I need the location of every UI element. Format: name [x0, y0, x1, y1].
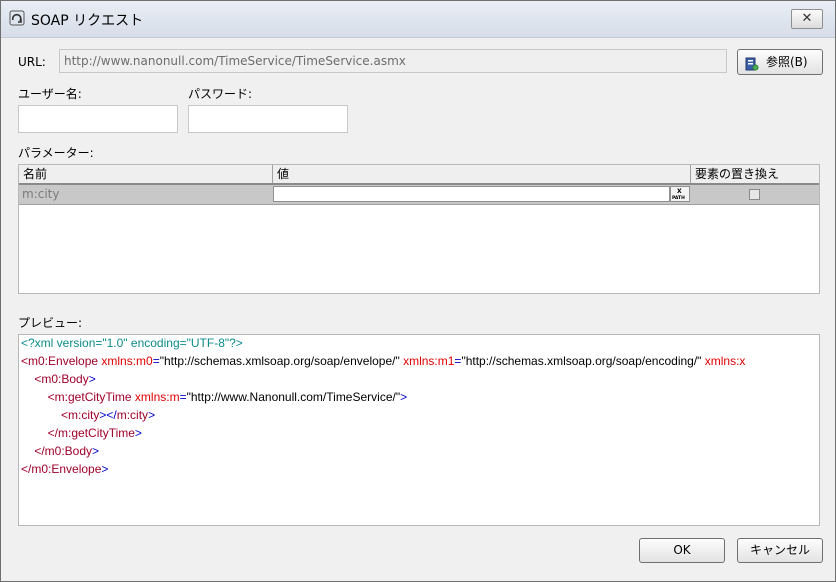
close-icon: ✕: [801, 11, 813, 26]
title-bar[interactable]: SOAP リクエスト ✕: [1, 1, 835, 38]
window-title: SOAP リクエスト: [31, 13, 144, 29]
parameter-value-input[interactable]: [273, 186, 670, 202]
ok-button[interactable]: OK: [639, 538, 725, 563]
xml-token: >: [400, 390, 408, 404]
xml-token: ></: [99, 408, 117, 422]
cancel-button[interactable]: キャンセル: [737, 538, 823, 563]
xml-line: <m0:Body>: [21, 372, 96, 386]
xml-token: xmlns:m0: [101, 354, 153, 368]
username-label: ユーザー名:: [18, 87, 82, 101]
parameters-grid-header: 名前 値 要素の置き換え: [19, 165, 819, 185]
column-header-value[interactable]: 値: [273, 165, 691, 183]
xml-preview[interactable]: <?xml version="1.0" encoding="UTF-8"?> <m…: [18, 334, 820, 526]
soap-refresh-icon: [9, 10, 25, 26]
xml-token: <?xml version="1.0" encoding="UTF-8"?>: [21, 336, 243, 350]
xml-token: xmlns:x: [704, 354, 746, 368]
xml-token: >: [92, 444, 100, 458]
xml-token: xmlns:m: [134, 390, 180, 404]
xml-token: =: [152, 354, 160, 368]
xml-token: >: [88, 372, 96, 386]
url-label: URL:: [18, 55, 46, 69]
xml-token: </m0:Envelope: [21, 462, 102, 476]
xpath-button[interactable]: X PATH: [670, 186, 690, 202]
parameters-label: パラメーター:: [18, 146, 94, 160]
xml-token: <m0:Envelope: [21, 354, 102, 368]
xml-token: </m0:Body: [21, 444, 93, 458]
xml-token: m:city: [116, 408, 149, 422]
xml-token: <m:getCityTime: [21, 390, 135, 404]
soap-request-dialog: SOAP リクエスト ✕ URL: http://www.nanonull.co…: [0, 0, 836, 582]
xml-token: "http://schemas.xmlsoap.org/soap/encodin…: [461, 354, 705, 368]
xml-token: </m:getCityTime: [21, 426, 135, 440]
xml-line: </m0:Envelope>: [21, 462, 108, 476]
xml-token: >: [101, 462, 109, 476]
preview-label: プレビュー:: [18, 316, 83, 330]
xml-token: <m:city: [21, 408, 100, 422]
xml-line: <m0:Envelope xmlns:m0="http://schemas.xm…: [21, 354, 745, 368]
xml-line: <m:getCityTime xmlns:m="http://www.Nanon…: [21, 390, 407, 404]
xml-token: >: [148, 408, 156, 422]
username-input[interactable]: [18, 105, 178, 133]
parameter-name-cell: m:city: [22, 187, 60, 201]
table-row[interactable]: m:city X PATH: [19, 185, 819, 205]
column-header-replace-element[interactable]: 要素の置き換え: [691, 165, 819, 183]
xml-token: xmlns:m1: [403, 354, 455, 368]
url-field[interactable]: http://www.nanonull.com/TimeService/Time…: [59, 49, 727, 73]
xml-token: <m0:Body: [21, 372, 89, 386]
xml-token: >: [134, 426, 142, 440]
xml-token: =: [179, 390, 187, 404]
xml-line: </m:getCityTime>: [21, 426, 142, 440]
browse-icon: [745, 55, 759, 71]
svg-text:PATH: PATH: [672, 195, 685, 200]
xml-token: "http://schemas.xmlsoap.org/soap/envelop…: [159, 354, 404, 368]
browse-button-label: 参照(B): [766, 55, 808, 69]
replace-element-checkbox[interactable]: [749, 189, 760, 200]
browse-button[interactable]: 参照(B): [737, 49, 823, 75]
column-header-name[interactable]: 名前: [19, 165, 273, 183]
close-button[interactable]: ✕: [791, 9, 823, 29]
svg-text:X: X: [677, 188, 682, 195]
xml-token: "http://www.Nanonull.com/TimeService/": [186, 390, 401, 404]
password-input[interactable]: [188, 105, 348, 133]
parameters-grid: 名前 値 要素の置き換え m:city X PATH: [18, 164, 820, 294]
password-label: パスワード:: [188, 87, 253, 101]
xml-line: </m0:Body>: [21, 444, 99, 458]
xml-line: <m:city></m:city>: [21, 408, 155, 422]
xml-line: <?xml version="1.0" encoding="UTF-8"?>: [21, 336, 243, 350]
